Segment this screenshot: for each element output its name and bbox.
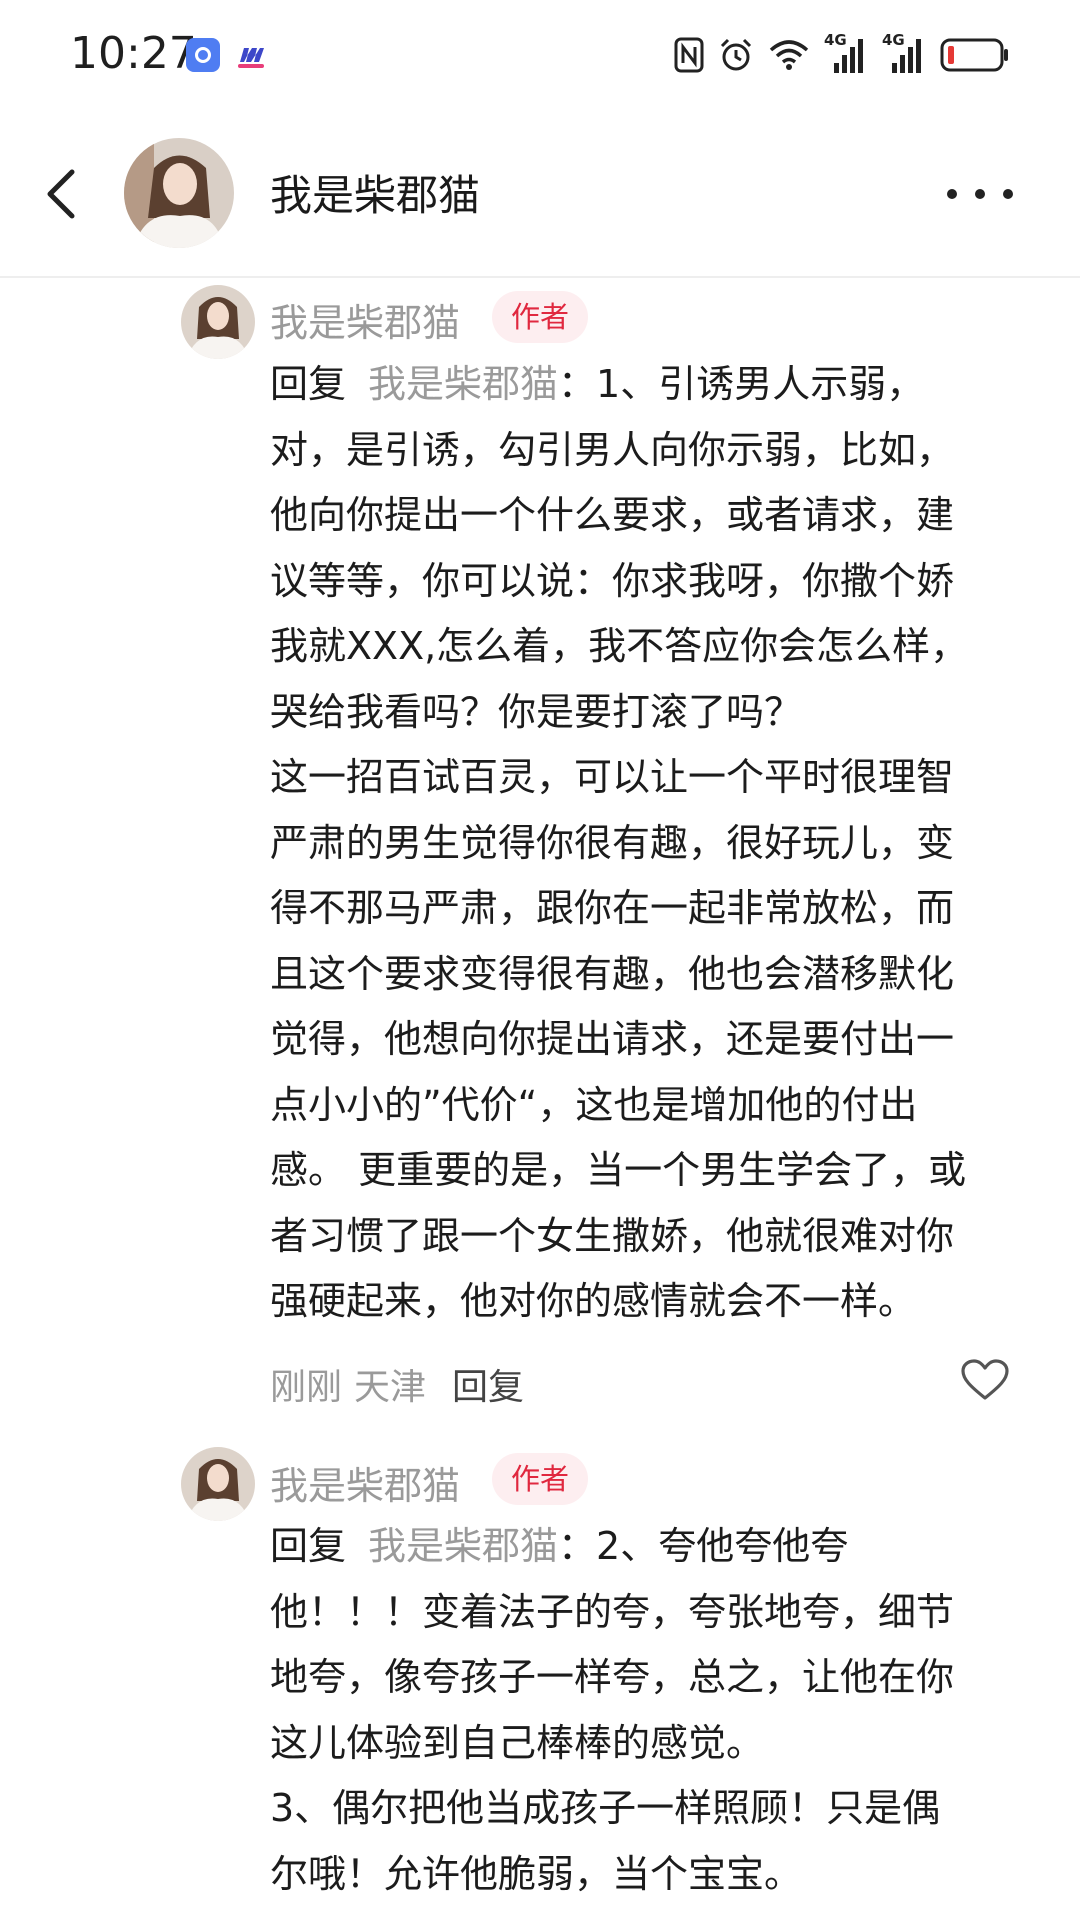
- status-time: 10:27: [70, 28, 197, 79]
- comment-meta: 刚刚 天津 回复: [270, 1358, 524, 1410]
- nfc-icon: [674, 37, 704, 73]
- comment-line: 觉得，他想向你提出请求，还是要付出一: [270, 1017, 955, 1061]
- reply-prefix: 回复: [270, 362, 347, 406]
- like-heart-icon[interactable]: [960, 1358, 1010, 1402]
- comment-line: 哭给我看吗？你是要打滚了吗？: [270, 689, 803, 734]
- notification-app-icon: [186, 38, 220, 72]
- comment-line: 他！！！变着法子的夸，夸张地夸，细节: [270, 1589, 955, 1634]
- comment-line: 对，是引诱，勾引男人向你示弱，比如，: [270, 427, 955, 472]
- comment-line-text: ：1、引诱男人示弱，: [558, 362, 925, 406]
- comment-line: 这儿体验到自己棒棒的感觉。: [270, 1720, 765, 1765]
- comment-line: 回复 我是柴郡猫：1、引诱男人示弱，: [270, 352, 1040, 418]
- comment-line: 尔哦！允许他脆弱，当个宝宝。: [270, 1851, 803, 1896]
- comment-line: 他向你提出一个什么要求，或者请求，建: [270, 493, 955, 537]
- status-icons: 4G 4G: [674, 31, 1010, 78]
- reply-prefix: 回复: [270, 1524, 347, 1568]
- comment-line: 我就XXX,怎么着，我不答应你会怎么样，: [270, 624, 969, 668]
- reply-target[interactable]: 我是柴郡猫: [368, 362, 558, 406]
- comment-line: 感。 更重要的是，当一个男生学会了，或: [270, 1148, 967, 1192]
- comment-line: 地夸，像夸孩子一样夸，总之，让他在你: [270, 1655, 955, 1699]
- reply-button[interactable]: 回复: [452, 1367, 524, 1408]
- signal-icon-2: 4G: [882, 31, 926, 75]
- chat-header: 我是柴郡猫: [0, 110, 1080, 278]
- comment-author[interactable]: 我是柴郡猫: [270, 1455, 460, 1510]
- header-avatar[interactable]: [124, 138, 234, 248]
- comment-line: 3、偶尔把他当成孩子一样照顾！只是偶: [270, 1786, 941, 1830]
- battery-icon: [940, 38, 1010, 72]
- comment-line: 严肃的男生觉得你很有趣，很好玩儿，变: [270, 820, 955, 865]
- alarm-icon: [718, 37, 754, 73]
- comment-line: 且这个要求变得很有趣，他也会潜移默化: [270, 951, 955, 996]
- author-badge: 作者: [492, 1453, 588, 1505]
- notification-app-icon-2: [234, 38, 268, 72]
- comment-location: 天津: [354, 1367, 427, 1408]
- author-badge: 作者: [492, 291, 588, 343]
- back-arrow-icon[interactable]: [36, 158, 88, 230]
- header-title: 我是柴郡猫: [270, 171, 481, 220]
- comment-time: 刚刚: [270, 1367, 343, 1408]
- wifi-icon: [768, 38, 810, 72]
- comment-line: 这一招百试百灵，可以让一个平时很理智: [270, 755, 955, 799]
- comment-line: 回复 我是柴郡猫：2、夸他夸他夸: [270, 1514, 1040, 1580]
- comment-line: 强硬起来，他对你的感情就会不一样。: [270, 1279, 917, 1323]
- comment-line: 点小小的”代价“，这也是增加他的付出: [270, 1082, 918, 1127]
- comment-line-text: ：2、夸他夸他夸: [558, 1524, 849, 1568]
- more-options-icon[interactable]: [930, 176, 1030, 212]
- comment-avatar[interactable]: [181, 1447, 255, 1521]
- signal-icon-1: 4G: [824, 31, 868, 75]
- reply-target[interactable]: 我是柴郡猫: [368, 1524, 558, 1568]
- comment-line: 得不那马严肃，跟你在一起非常放松，而: [270, 886, 955, 930]
- comment-author[interactable]: 我是柴郡猫: [270, 292, 460, 347]
- status-bar: 10:27 4G 4G: [0, 0, 1080, 110]
- comment-line: 者习惯了跟一个女生撒娇，他就很难对你: [270, 1213, 955, 1258]
- comment-body: 回复 我是柴郡猫：2、夸他夸他夸 他！！！变着法子的夸，夸张地夸，细节 地夸，像夸…: [270, 1514, 1040, 1907]
- comment-line: 议等等，你可以说：你求我呀，你撒个娇: [270, 558, 955, 603]
- comment-avatar[interactable]: [181, 285, 255, 359]
- comment-body: 回复 我是柴郡猫：1、引诱男人示弱， 对，是引诱，勾引男人向你示弱，比如， 他向你…: [270, 352, 1040, 1335]
